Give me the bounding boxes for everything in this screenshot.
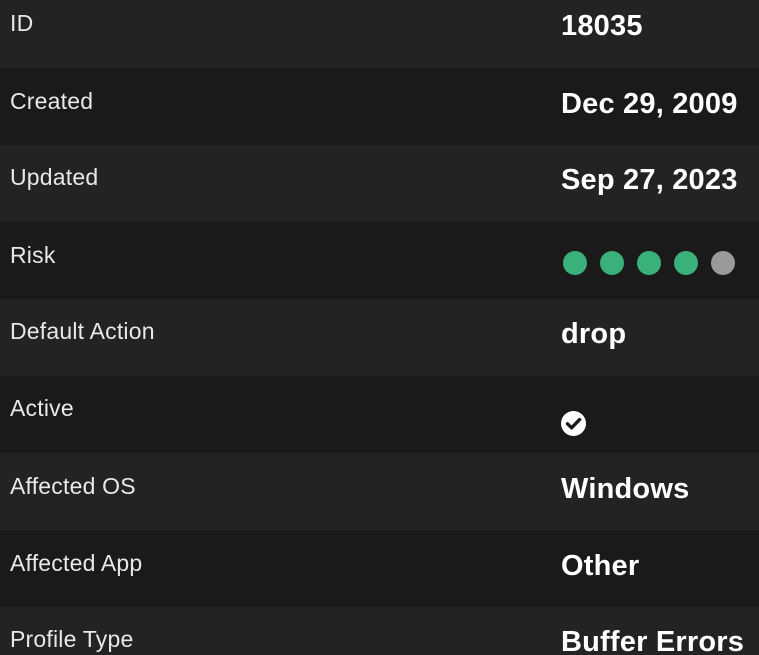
risk-dot-filled [563,251,587,275]
label-affected-app: Affected App [10,550,143,576]
label-affected-os: Affected OS [10,473,136,499]
risk-dot-filled [637,251,661,275]
row-risk: Risk [0,222,759,299]
check-circle-icon [561,411,586,436]
label-id: ID [10,10,34,36]
row-affected-app: Affected App Other [0,530,759,607]
risk-dot-empty [711,251,735,275]
value-profile-type: Buffer Errors [561,626,745,655]
risk-dot-filled [600,251,624,275]
detail-table: ID 18035 Created Dec 29, 2009 Updated Se… [0,0,759,655]
label-active: Active [10,395,74,421]
value-affected-os: Windows [561,473,690,505]
risk-rating [563,251,735,275]
value-default-action: drop [561,318,627,350]
value-id: 18035 [561,10,643,42]
row-active: Active [0,376,759,453]
risk-dot-filled [674,251,698,275]
row-profile-type: Profile Type Buffer Errors [0,607,759,655]
value-updated: Sep 27, 2023 [561,164,738,196]
value-affected-app: Other [561,550,640,582]
row-default-action: Default Action drop [0,299,759,376]
value-created: Dec 29, 2009 [561,88,738,120]
label-default-action: Default Action [10,318,155,344]
row-id: ID 18035 [0,0,759,68]
label-created: Created [10,88,94,114]
row-updated: Updated Sep 27, 2023 [0,145,759,222]
label-risk: Risk [10,242,56,268]
row-created: Created Dec 29, 2009 [0,68,759,145]
row-affected-os: Affected OS Windows [0,453,759,530]
label-profile-type: Profile Type [10,626,134,652]
label-updated: Updated [10,164,99,190]
